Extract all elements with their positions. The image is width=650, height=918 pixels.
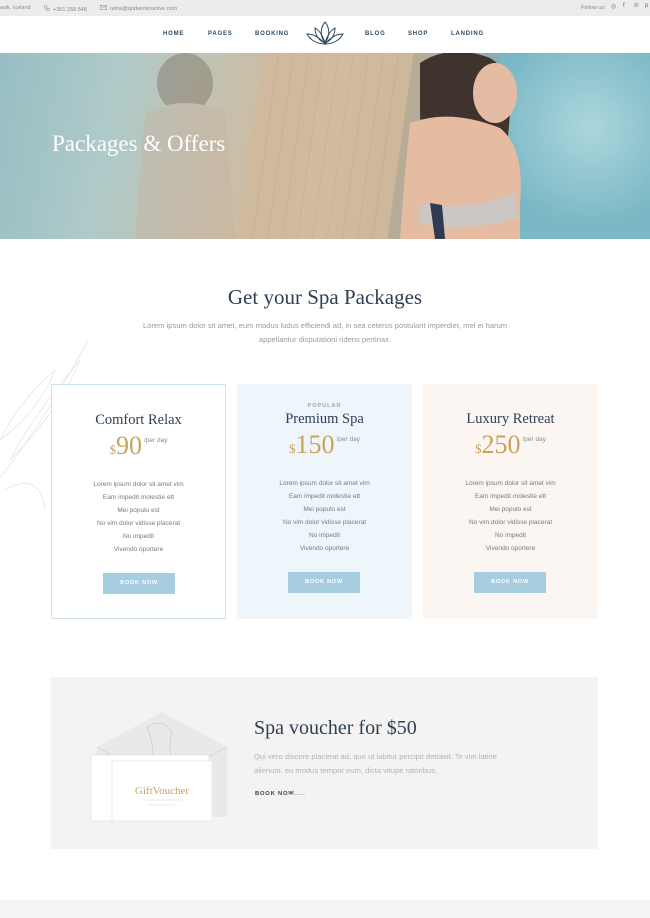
feature-item: Eam impedit molestie ett (474, 493, 547, 500)
section-description: Lorem ipsum dolor sit amet, eum modus lu… (142, 321, 508, 344)
facebook-icon[interactable]: f (623, 3, 625, 9)
top-bar: avik, Iceland +351 258 548 reina@qodeint… (0, 0, 650, 16)
price-period: /per day (144, 437, 168, 444)
feature-item: Vivendo oportere (113, 546, 164, 553)
book-now-button[interactable]: BOOK NOW (288, 572, 360, 593)
package-name: Comfort Relax (95, 412, 182, 428)
price-period: /per day (522, 436, 547, 443)
footer-band (0, 900, 650, 918)
feature-list: Lorem ipsum dolor sit amet vim Eam imped… (237, 477, 412, 555)
package-card: POPULAR Premium Spa $150/per day Lorem i… (237, 384, 412, 619)
price-period: /per day (336, 436, 361, 443)
feature-item: Eam impedit molestie ett (102, 494, 175, 501)
nav-item-shop[interactable]: SHOP (408, 31, 428, 37)
feature-item: No vim dolor vidisse placerat (96, 520, 181, 527)
mail-icon (100, 5, 107, 12)
nav-item-pages[interactable]: PAGES (208, 31, 233, 37)
phone-contact[interactable]: +351 258 548 (44, 5, 87, 13)
feature-item: Lorem ipsum dolor sit amet vim (279, 480, 370, 487)
gift-voucher-image: GiftVoucher (90, 712, 228, 822)
feature-list: Lorem ipsum dolor sit amet vim Eam imped… (52, 478, 225, 556)
location-text: avik, Iceland (0, 5, 31, 11)
link-underline (287, 794, 305, 795)
pinterest-icon[interactable]: ℗ (634, 3, 638, 9)
voucher-description: Qui vero discere placerat ad, quo ut lab… (254, 752, 497, 775)
package-price: $250/per day (423, 430, 598, 460)
voucher-card-text: GiftVoucher (135, 785, 190, 797)
lotus-logo-icon[interactable] (304, 19, 346, 49)
voucher-title: Spa voucher for $50 (254, 717, 417, 739)
phone-number: +351 258 548 (53, 7, 87, 13)
price-amount: 250 (481, 430, 521, 459)
package-card: Comfort Relax $90/per day Lorem ipsum do… (51, 384, 226, 619)
book-now-button[interactable]: BOOK NOW (103, 573, 175, 594)
hero-banner: Packages & Offers (0, 53, 650, 239)
price-amount: 150 (295, 430, 335, 459)
page-title: Packages & Offers (52, 131, 226, 156)
package-card: Luxury Retreat $250/per day Lorem ipsum … (423, 384, 598, 619)
feature-item: No impedit (308, 532, 341, 539)
instagram-icon[interactable]: ◎ (611, 3, 616, 10)
feature-item: Vivendo oportere (485, 545, 536, 552)
feature-item: No vim dolor vidisse placerat (282, 519, 367, 526)
main-navigation: HOME PAGES BOOKING BLOG SHOP LANDING (0, 16, 650, 53)
package-price: $90/per day (52, 431, 225, 461)
feature-item: No vim dolor vidisse placerat (468, 519, 553, 526)
nav-item-landing[interactable]: LANDING (451, 31, 484, 37)
package-name: Premium Spa (285, 411, 364, 427)
email-address: reina@qodeinteractive.com (110, 6, 178, 12)
voucher-section: GiftVoucher Spa voucher for $50 Qui vero… (51, 677, 598, 849)
pinterest-icon[interactable]: p (645, 3, 648, 9)
email-contact[interactable]: reina@qodeinteractive.com (100, 5, 177, 12)
package-name: Luxury Retreat (466, 411, 555, 427)
feature-item: Mei populo est (489, 506, 532, 513)
feature-item: Mei populo est (303, 506, 346, 513)
price-amount: 90 (116, 431, 142, 460)
nav-item-home[interactable]: HOME (163, 31, 184, 37)
book-now-button[interactable]: BOOK NOW (474, 572, 546, 593)
feature-item: Eam impedit molestie ett (288, 493, 361, 500)
follow-label: Follow us: (581, 5, 606, 11)
package-tag: POPULAR (307, 403, 342, 409)
section-title: Get your Spa Packages (227, 285, 423, 309)
feature-list: Lorem ipsum dolor sit amet vim Eam imped… (423, 477, 598, 555)
feature-item: No impedit (122, 533, 155, 540)
feature-item: Vivendo oportere (299, 545, 350, 552)
feature-item: No impedit (494, 532, 527, 539)
feature-item: Mei populo est (117, 507, 160, 514)
nav-item-booking[interactable]: BOOKING (255, 31, 289, 37)
feature-item: Lorem ipsum dolor sit amet vim (93, 481, 184, 488)
nav-item-blog[interactable]: BLOG (365, 31, 386, 37)
package-price: $150/per day (237, 430, 412, 460)
feature-item: Lorem ipsum dolor sit amet vim (465, 480, 556, 487)
phone-icon (44, 5, 50, 13)
